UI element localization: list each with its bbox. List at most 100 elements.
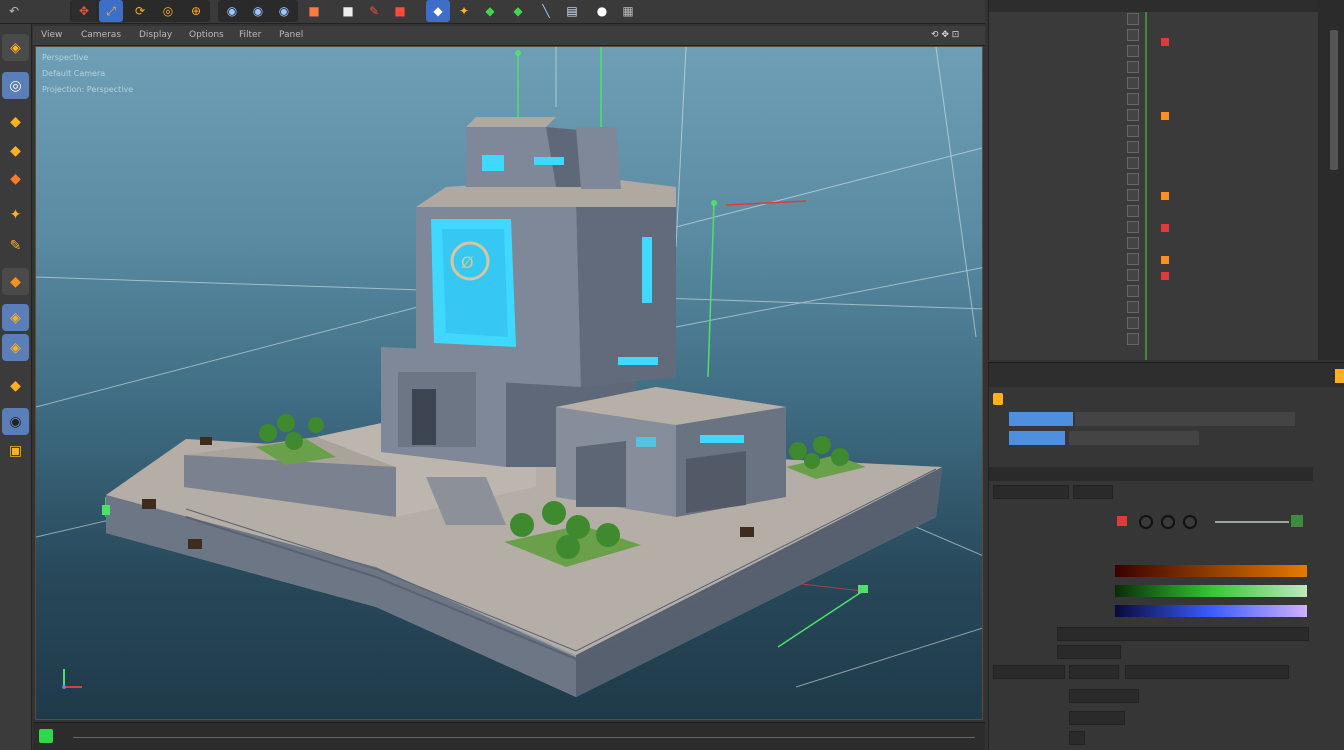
render-toggle-icon[interactable]: [1127, 285, 1139, 297]
sculpt-icon[interactable]: ◆: [478, 0, 502, 22]
texture-mode-icon[interactable]: ◎: [2, 72, 29, 99]
render-toggle-icon[interactable]: [1127, 301, 1139, 313]
terrain-icon[interactable]: ▤: [560, 0, 584, 22]
tag-icon[interactable]: [1161, 224, 1169, 232]
render-toggle-icon[interactable]: [1127, 77, 1139, 89]
parameter-field[interactable]: [1069, 711, 1125, 725]
red-gradient[interactable]: [1115, 565, 1307, 577]
render-toggle-icon[interactable]: [1127, 125, 1139, 137]
viewport-solo-icon[interactable]: ▣: [2, 437, 29, 464]
parameter-field[interactable]: [1069, 731, 1085, 745]
scale-tool-icon[interactable]: ⤢: [99, 0, 123, 22]
green-gradient[interactable]: [1115, 585, 1307, 597]
viewport-nav-icons[interactable]: ⟲ ✥ ⊡: [931, 30, 959, 40]
object-row[interactable]: [989, 60, 1319, 76]
toggle-circle[interactable]: [1183, 515, 1197, 529]
object-row[interactable]: [989, 188, 1319, 204]
render-toggle-icon[interactable]: [1127, 333, 1139, 345]
right-side-scrollbar[interactable]: [1318, 0, 1344, 360]
menu-display[interactable]: Display: [139, 30, 172, 40]
move-tool-icon[interactable]: ✥: [72, 0, 96, 22]
tab-basic[interactable]: [1009, 412, 1073, 426]
object-row[interactable]: [989, 44, 1319, 60]
render-toggle-icon[interactable]: [1127, 253, 1139, 265]
object-row[interactable]: [989, 332, 1319, 348]
menu-cameras[interactable]: Cameras: [81, 30, 121, 40]
parameter-field[interactable]: [993, 485, 1069, 499]
object-row[interactable]: [989, 108, 1319, 124]
render-toggle-icon[interactable]: [1127, 61, 1139, 73]
color-swatch[interactable]: [1117, 516, 1127, 526]
render-toggle-icon[interactable]: [1127, 237, 1139, 249]
attribute-subtabs[interactable]: [1069, 431, 1199, 445]
material-icon[interactable]: ◆: [506, 0, 530, 22]
tag-icon[interactable]: [1161, 256, 1169, 264]
polygons-mode-icon[interactable]: ◆: [2, 165, 29, 192]
object-row[interactable]: [989, 204, 1319, 220]
panel-tab-marker[interactable]: [1335, 369, 1344, 383]
object-row[interactable]: [989, 76, 1319, 92]
tab-material[interactable]: [1009, 431, 1065, 445]
scrollbar-thumb[interactable]: [1330, 30, 1338, 170]
floor-icon[interactable]: ●: [590, 0, 614, 22]
blue-gradient[interactable]: [1115, 605, 1307, 617]
dropdown-field[interactable]: [1057, 627, 1309, 641]
parameter-field[interactable]: [1073, 485, 1113, 499]
menu-view[interactable]: View: [41, 30, 62, 40]
deformer-icon[interactable]: ◆: [426, 0, 450, 22]
light-icon[interactable]: ■: [302, 0, 326, 22]
parameter-field[interactable]: [1069, 665, 1119, 679]
undo-icon[interactable]: ↶: [2, 0, 26, 22]
render-toggle-icon[interactable]: [1127, 45, 1139, 57]
environment-icon[interactable]: ▦: [616, 0, 640, 22]
add-object-icon[interactable]: ◎: [156, 0, 180, 22]
toggle-circle[interactable]: [1161, 515, 1175, 529]
spline-pen-icon[interactable]: ✎: [362, 0, 386, 22]
render-settings-icon[interactable]: ◉: [272, 0, 296, 22]
render-toggle-icon[interactable]: [1127, 141, 1139, 153]
menu-panel[interactable]: Panel: [279, 30, 303, 40]
parameter-field[interactable]: [993, 665, 1065, 679]
render-toggle-icon[interactable]: [1127, 317, 1139, 329]
rotate-tool-icon[interactable]: ⟳: [128, 0, 152, 22]
3d-viewport[interactable]: Perspective Default Camera Projection: P…: [35, 46, 983, 720]
model-mode-icon[interactable]: ✦: [2, 201, 29, 228]
attribute-tabs[interactable]: [1075, 412, 1295, 426]
object-row[interactable]: [989, 172, 1319, 188]
timeline-bar[interactable]: [33, 722, 985, 750]
render-toggle-icon[interactable]: [1127, 157, 1139, 169]
make-editable-icon[interactable]: ◈: [2, 34, 29, 61]
render-toggle-icon[interactable]: [1127, 93, 1139, 105]
cube-primitive-icon[interactable]: ■: [336, 0, 360, 22]
tag-icon[interactable]: [1161, 192, 1169, 200]
render-toggle-icon[interactable]: [1127, 173, 1139, 185]
soft-selection-icon[interactable]: ◉: [2, 408, 29, 435]
render-toggle-icon[interactable]: [1127, 109, 1139, 121]
tag-icon[interactable]: [1161, 112, 1169, 120]
object-row[interactable]: [989, 300, 1319, 316]
render-toggle-icon[interactable]: [1127, 29, 1139, 41]
axis-mode-icon[interactable]: ✎: [2, 232, 29, 259]
object-row[interactable]: [989, 28, 1319, 46]
render-toggle-icon[interactable]: [1127, 221, 1139, 233]
parameter-field[interactable]: [1057, 645, 1121, 659]
toggle-circle[interactable]: [1139, 515, 1153, 529]
parameter-field[interactable]: [1069, 689, 1139, 703]
workplane-icon[interactable]: ◈: [2, 304, 29, 331]
object-row[interactable]: [989, 92, 1319, 108]
render-toggle-icon[interactable]: [1127, 13, 1139, 25]
edges-mode-icon[interactable]: ◆: [2, 137, 29, 164]
generator-icon[interactable]: ■: [388, 0, 412, 22]
brush-icon[interactable]: ╲: [534, 0, 558, 22]
object-row[interactable]: [989, 140, 1319, 156]
object-row[interactable]: [989, 156, 1319, 172]
render-toggle-icon[interactable]: [1127, 205, 1139, 217]
menu-options[interactable]: Options: [189, 30, 224, 40]
render-toggle-icon[interactable]: [1127, 269, 1139, 281]
record-icon[interactable]: ⊕: [184, 0, 208, 22]
object-row[interactable]: [989, 252, 1319, 268]
object-row[interactable]: [989, 236, 1319, 252]
object-row[interactable]: [989, 124, 1319, 140]
playhead-marker[interactable]: [39, 729, 53, 743]
object-row[interactable]: [989, 220, 1319, 236]
